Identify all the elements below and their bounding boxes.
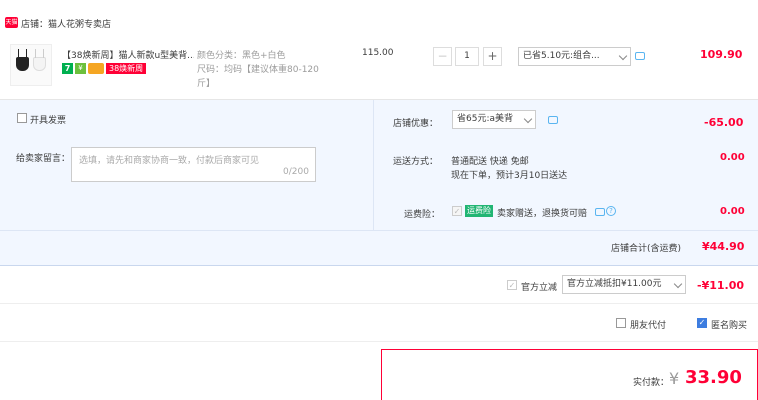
shop-total-label: 店铺合计(含运费) (611, 244, 682, 254)
insurance-label: 运费险： (404, 210, 441, 220)
shop-discount-select[interactable]: 省65元:a美背 (452, 110, 536, 129)
memo-placeholder: 选填，请先和商家协商一致，付款后商家可见 (79, 156, 260, 166)
divider (0, 341, 758, 342)
shipping-method: 普通配送 快递 免邮 (451, 157, 529, 167)
chat-icon[interactable] (595, 208, 605, 216)
shop-discount-amount: -65.00 (704, 116, 744, 129)
platform-discount-select-text: 官方立减抵扣¥11.00元 (567, 279, 662, 289)
quantity-decrease-button[interactable]: − (433, 47, 452, 66)
shop-discount-value-text: 省65元:a美背 (457, 114, 513, 124)
sku-color: 颜色分类：黑色+白色 (197, 51, 286, 61)
chat-icon[interactable] (548, 116, 558, 124)
help-icon[interactable]: ? (606, 206, 616, 216)
memo-label: 给卖家留言： (16, 154, 71, 164)
payment-label: 实付款： (633, 378, 670, 388)
shop-discount-label: 店铺优惠： (393, 119, 439, 129)
anonymous-label: 匿名购买 (711, 321, 748, 331)
platform-discount-select[interactable]: 官方立减抵扣¥11.00元 (562, 275, 686, 294)
product-thumbnail[interactable] (10, 44, 52, 86)
insurance-checkbox[interactable]: ✓ (452, 206, 462, 216)
payment-amount: 33.90 (685, 367, 742, 388)
memo-char-count: 0/200 (283, 167, 309, 177)
promo-badge: 38焕新周 (106, 62, 147, 74)
shop-name-link[interactable]: 店铺：猫人花粥专卖店 (21, 17, 111, 30)
platform-discount-checkbox[interactable]: ✓ (507, 280, 517, 290)
platform-discount-label: 官方立减 (521, 283, 558, 293)
friend-pay-label: 朋友代付 (630, 321, 667, 331)
shop-total-amount: ¥44.90 (702, 240, 745, 253)
sku-size: 尺码：均码【建议体重80-120斤】 (197, 65, 319, 89)
item-promotion-value: 已省5.10元:组合... (523, 51, 600, 61)
shipping-label: 运送方式： (393, 157, 439, 167)
payment-currency: ¥ (669, 369, 680, 388)
quantity-increase-button[interactable]: + (483, 47, 502, 66)
chevron-down-icon (673, 279, 683, 289)
unit-price: 115.00 (362, 48, 394, 58)
friend-pay-checkbox[interactable] (616, 318, 626, 328)
credit-card-icon (88, 62, 104, 74)
chevron-down-icon (523, 114, 533, 124)
price-protect-icon: ¥ (75, 62, 86, 74)
seven-day-return-icon: 7 (62, 62, 73, 74)
product-badges: 7 ¥ 38焕新周 (62, 62, 147, 74)
shipping-eta: 现在下单，预计3月10日送达 (451, 171, 568, 181)
tmall-icon: 天猫 (5, 17, 18, 28)
platform-discount-amount: -¥11.00 (697, 279, 745, 292)
item-total-price: 109.90 (700, 48, 743, 61)
panel-divider (373, 100, 374, 230)
invoice-label: 开具发票 (30, 116, 67, 126)
insurance-text: 卖家赠送，退换货可赔 (497, 209, 588, 219)
product-title-link[interactable]: 【38焕新周】猫人新款u型美背... (62, 48, 194, 61)
quantity-input[interactable]: 1 (455, 47, 479, 66)
chevron-down-icon (618, 51, 628, 61)
chat-icon[interactable] (635, 52, 645, 60)
shop-header (0, 0, 758, 38)
insurance-fee: 0.00 (720, 206, 745, 217)
shipping-fee: 0.00 (720, 152, 745, 163)
insurance-tag: 运费险 (465, 205, 493, 217)
item-promotion-select[interactable]: 已省5.10元:组合... (518, 47, 631, 66)
invoice-checkbox[interactable] (17, 113, 27, 123)
anonymous-checkbox[interactable]: ✓ (697, 318, 707, 328)
